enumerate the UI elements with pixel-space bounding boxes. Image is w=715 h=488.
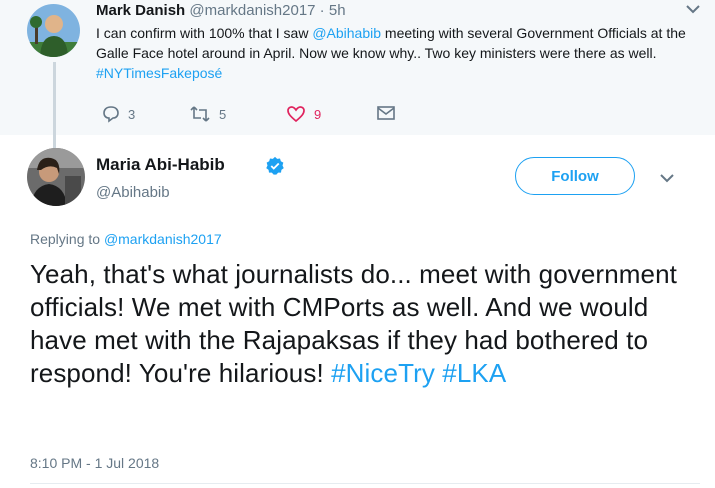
heart-icon <box>287 106 305 123</box>
author-handle[interactable]: @markdanish2017 <box>189 2 315 19</box>
like-button[interactable]: 9 <box>286 105 321 123</box>
verified-icon <box>266 156 284 175</box>
author-handle[interactable]: @Abihabib <box>96 184 170 201</box>
reply-icon <box>103 106 119 123</box>
hashtag-link[interactable]: #NYTimesFakeposé <box>96 65 222 81</box>
parent-tweet-text: I can confirm with 100% that I saw @Abih… <box>96 23 696 83</box>
avatar[interactable] <box>27 148 85 206</box>
avatar-image <box>27 4 80 57</box>
reply-count: 3 <box>128 106 136 122</box>
chevron-down-icon[interactable] <box>659 172 675 184</box>
retweet-icon <box>190 106 210 122</box>
thread-line <box>53 62 56 150</box>
divider <box>30 483 700 484</box>
mention-link[interactable]: @Abihabib <box>312 25 381 41</box>
replying-to: Replying to @markdanish2017 <box>30 231 222 247</box>
avatar-image <box>27 148 85 206</box>
tweet-time[interactable]: 5h <box>329 2 346 19</box>
reply-button[interactable]: 3 <box>102 105 135 123</box>
message-button[interactable] <box>376 105 396 121</box>
parent-tweet[interactable]: Mark Danish @markdanish2017 · 5h I can c… <box>0 0 715 135</box>
tweet-text: I can confirm with 100% that I saw <box>96 25 313 41</box>
replying-label: Replying to <box>30 231 104 247</box>
like-count: 9 <box>314 106 322 122</box>
mail-icon <box>377 106 395 120</box>
retweet-button[interactable]: 5 <box>189 105 226 123</box>
hashtag-link[interactable]: #LKA <box>442 358 506 388</box>
separator: · <box>315 2 329 19</box>
follow-button[interactable]: Follow <box>515 157 635 195</box>
avatar[interactable] <box>27 4 80 57</box>
chevron-down-icon[interactable] <box>684 2 702 16</box>
author-name[interactable]: Maria Abi-Habib <box>96 155 225 175</box>
hashtag-link[interactable]: #NiceTry <box>331 358 435 388</box>
mention-link[interactable]: @markdanish2017 <box>104 231 222 247</box>
action-bar: 3 5 9 <box>96 105 416 127</box>
retweet-count: 5 <box>219 106 227 122</box>
tweet-body: Yeah, that's what journalists do... meet… <box>30 258 705 390</box>
parent-header: Mark Danish @markdanish2017 · 5h <box>96 2 346 19</box>
author-name[interactable]: Mark Danish <box>96 2 185 19</box>
tweet-timestamp[interactable]: 8:10 PM - 1 Jul 2018 <box>30 455 159 471</box>
